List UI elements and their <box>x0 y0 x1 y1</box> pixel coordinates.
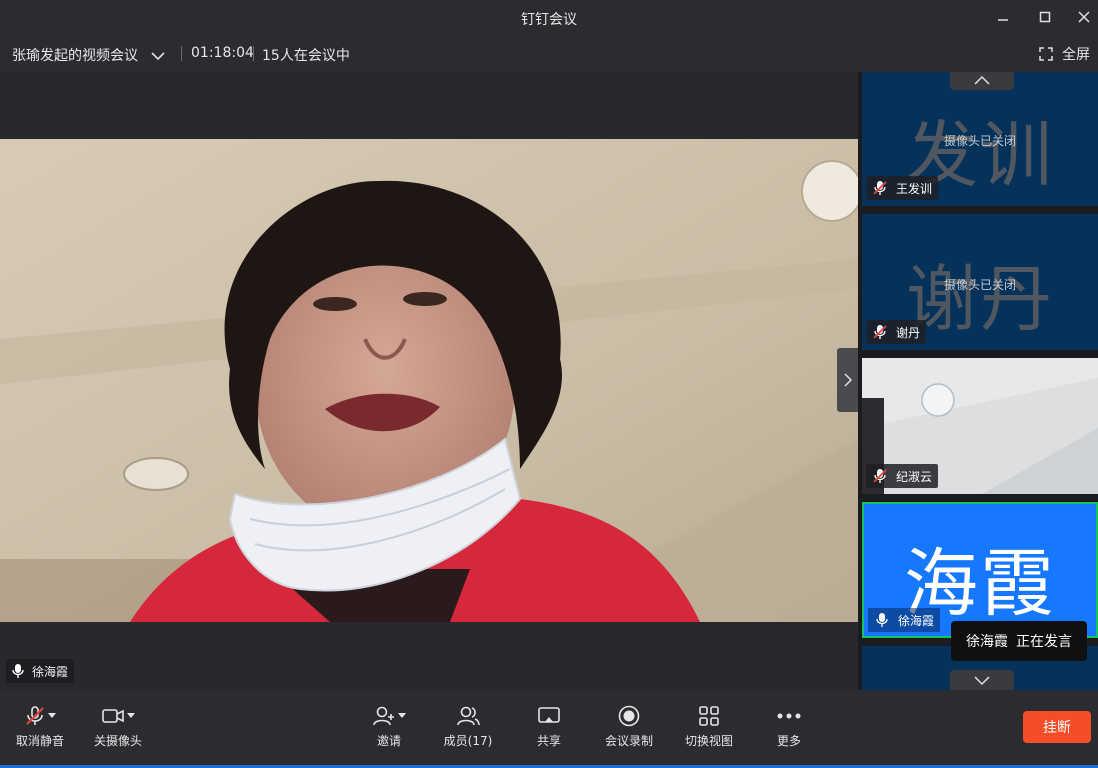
meeting-menu-toggle[interactable] <box>150 47 166 66</box>
record-icon <box>618 705 640 727</box>
camera-status: 摄像头已关闭 <box>943 134 1016 148</box>
participant-count: 15人在会议中 <box>262 48 350 64</box>
add-user-icon <box>373 706 394 726</box>
microphone-muted-icon <box>873 469 887 483</box>
caret-down-icon <box>127 713 135 718</box>
invite-button[interactable]: 邀请 <box>349 704 429 749</box>
main-speaker-tag: 徐海霞 <box>6 659 75 683</box>
screen-share-icon <box>538 707 560 723</box>
speaking-status: 正在发言 <box>1016 634 1072 650</box>
fullscreen-label: 全屏 <box>1062 47 1090 63</box>
divider <box>253 46 254 61</box>
camera-status: 摄像头已关闭 <box>943 278 1016 292</box>
camera-icon <box>102 709 124 723</box>
members-button[interactable]: 成员(17) <box>428 704 508 749</box>
close-icon <box>1078 11 1090 23</box>
speaking-name: 徐海霞 <box>966 634 1008 650</box>
participant-tile[interactable]: 纪淑云 <box>862 358 1098 494</box>
microphone-muted-icon <box>873 325 887 339</box>
participant-tile[interactable]: 发训 摄像头已关闭 王发训 <box>862 72 1098 206</box>
camera-off-button[interactable]: 关摄像头 <box>78 704 158 749</box>
scroll-down-button[interactable] <box>950 670 1014 690</box>
participant-tile-active[interactable]: 海霞 徐海霞 <box>862 502 1098 638</box>
main-video <box>0 139 858 622</box>
grid-view-icon <box>699 706 719 726</box>
window-title: 钉钉会议 <box>521 12 577 28</box>
switch-view-label: 切换视图 <box>684 734 733 748</box>
invite-label: 邀请 <box>376 734 401 748</box>
members-icon <box>457 706 480 726</box>
maximize-icon <box>1039 11 1051 23</box>
meeting-toolbar: 取消静音 关摄像头 邀请 成员(17) 共享 会议录制 切换视图 更多 挂断 <box>0 690 1098 765</box>
meeting-duration: 01:18:04 <box>191 45 254 61</box>
chevron-down-icon <box>974 676 990 686</box>
chevron-right-icon <box>843 373 852 387</box>
microphone-icon <box>876 613 888 627</box>
hangup-button[interactable]: 挂断 <box>1023 711 1091 743</box>
speaking-toast: 徐海霞 正在发言 <box>951 621 1087 661</box>
unmute-label: 取消静音 <box>15 734 64 748</box>
participant-tile[interactable]: 谢丹 摄像头已关闭 谢丹 <box>862 214 1098 350</box>
chevron-down-icon <box>151 52 165 61</box>
main-speaker-name: 徐海霞 <box>32 664 69 679</box>
fullscreen-icon <box>1039 47 1053 61</box>
switch-view-button[interactable]: 切换视图 <box>669 704 749 749</box>
scroll-up-button[interactable] <box>950 72 1014 90</box>
share-button[interactable]: 共享 <box>509 704 589 749</box>
share-label: 共享 <box>536 734 561 748</box>
caret-down-icon <box>48 713 56 718</box>
record-button[interactable]: 会议录制 <box>589 704 669 749</box>
members-label: 成员(17) <box>443 734 493 748</box>
microphone-muted-icon <box>873 181 887 195</box>
main-stage: 徐海霞 <box>0 72 858 690</box>
next-page-button[interactable] <box>837 348 858 412</box>
meeting-info-bar: 张瑜发起的视频会议 01:18:04 15人在会议中 全屏 <box>0 35 1098 72</box>
camera-off-label: 关摄像头 <box>93 734 142 748</box>
meeting-name: 张瑜发起的视频会议 <box>12 48 138 64</box>
more-dots-icon <box>777 713 801 719</box>
more-label: 更多 <box>776 734 801 748</box>
close-window-button[interactable] <box>1070 4 1098 30</box>
participant-tag: 王发训 <box>866 176 939 200</box>
participant-tag: 谢丹 <box>866 320 927 344</box>
divider <box>181 46 182 61</box>
minimize-button[interactable] <box>989 4 1017 30</box>
maximize-button[interactable] <box>1031 4 1059 30</box>
participant-name: 王发训 <box>896 181 933 196</box>
minimize-icon <box>998 19 1008 21</box>
participant-name: 谢丹 <box>896 325 921 340</box>
participant-tag: 徐海霞 <box>868 608 941 632</box>
chevron-up-icon <box>974 75 990 85</box>
unmute-button[interactable]: 取消静音 <box>0 704 80 749</box>
participant-name: 徐海霞 <box>898 613 935 628</box>
caret-down-icon <box>398 713 406 718</box>
participant-tag: 纪淑云 <box>866 464 939 488</box>
participant-video-image <box>0 139 858 622</box>
record-label: 会议录制 <box>604 734 653 748</box>
microphone-icon <box>12 664 24 678</box>
participant-name: 纪淑云 <box>896 469 933 484</box>
title-bar: 钉钉会议 <box>0 0 1098 35</box>
microphone-muted-icon <box>26 706 44 725</box>
more-button[interactable]: 更多 <box>749 704 829 749</box>
fullscreen-button[interactable]: 全屏 <box>1039 43 1090 65</box>
